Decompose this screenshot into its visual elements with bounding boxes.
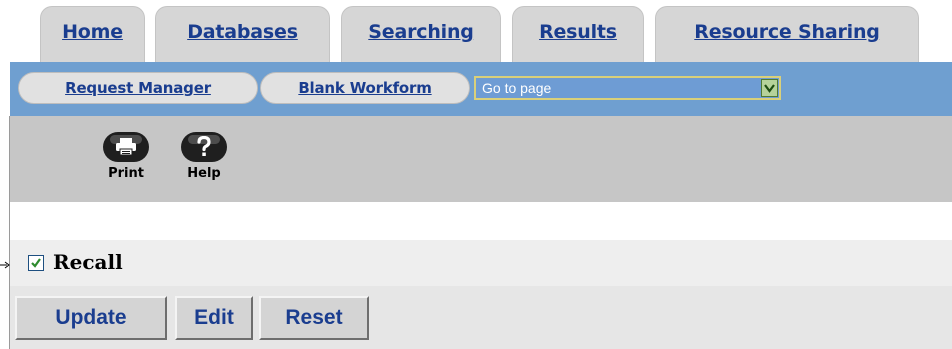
- help-button[interactable]: Help: [174, 132, 234, 181]
- tab-searching-label[interactable]: Searching: [342, 21, 500, 43]
- arrow-right-icon: [0, 261, 10, 269]
- sub-navigation-bar: Request Manager Blank Workform Go to pag…: [10, 62, 952, 116]
- tab-bar: Home Databases Searching Results Resourc…: [0, 0, 952, 64]
- recall-checkbox[interactable]: [28, 255, 44, 271]
- checkmark-icon: [31, 258, 41, 268]
- printer-icon[interactable]: [103, 132, 149, 162]
- edit-button-label: Edit: [194, 306, 234, 329]
- update-button-label: Update: [55, 306, 127, 329]
- blank-workform-link[interactable]: Blank Workform: [260, 72, 470, 104]
- tab-results-label[interactable]: Results: [513, 21, 643, 43]
- print-label: Print: [108, 166, 144, 181]
- tab-searching[interactable]: Searching: [341, 6, 501, 64]
- reset-button-label: Reset: [285, 306, 343, 329]
- update-button[interactable]: Update: [15, 296, 167, 340]
- recall-label: Recall: [53, 250, 123, 274]
- question-mark-icon[interactable]: [181, 132, 227, 162]
- goto-page-select[interactable]: Go to page: [474, 76, 781, 100]
- reset-button[interactable]: Reset: [259, 296, 369, 340]
- tab-databases[interactable]: Databases: [155, 6, 330, 64]
- tab-home[interactable]: Home: [40, 6, 145, 64]
- request-manager-link[interactable]: Request Manager: [18, 72, 258, 104]
- tab-resource-sharing[interactable]: Resource Sharing: [655, 6, 919, 64]
- tab-home-label[interactable]: Home: [41, 21, 144, 43]
- printer-glyph: [116, 138, 136, 156]
- recall-row: Recall: [10, 240, 952, 286]
- tab-results[interactable]: Results: [512, 6, 644, 64]
- goto-page-value: Go to page: [482, 80, 552, 96]
- question-glyph: [197, 136, 211, 156]
- tab-databases-label[interactable]: Databases: [156, 21, 329, 43]
- action-button-row: Update Edit Reset: [10, 286, 952, 349]
- chevron-down-icon: [764, 84, 775, 93]
- edit-button[interactable]: Edit: [175, 296, 253, 340]
- toolbar: Print Help: [10, 116, 952, 202]
- blank-workform-label[interactable]: Blank Workform: [261, 79, 469, 97]
- tab-resource-sharing-label[interactable]: Resource Sharing: [656, 21, 918, 43]
- print-button[interactable]: Print: [96, 132, 156, 181]
- help-label: Help: [187, 166, 221, 181]
- request-manager-label[interactable]: Request Manager: [19, 79, 257, 97]
- dropdown-arrow-button[interactable]: [761, 79, 778, 97]
